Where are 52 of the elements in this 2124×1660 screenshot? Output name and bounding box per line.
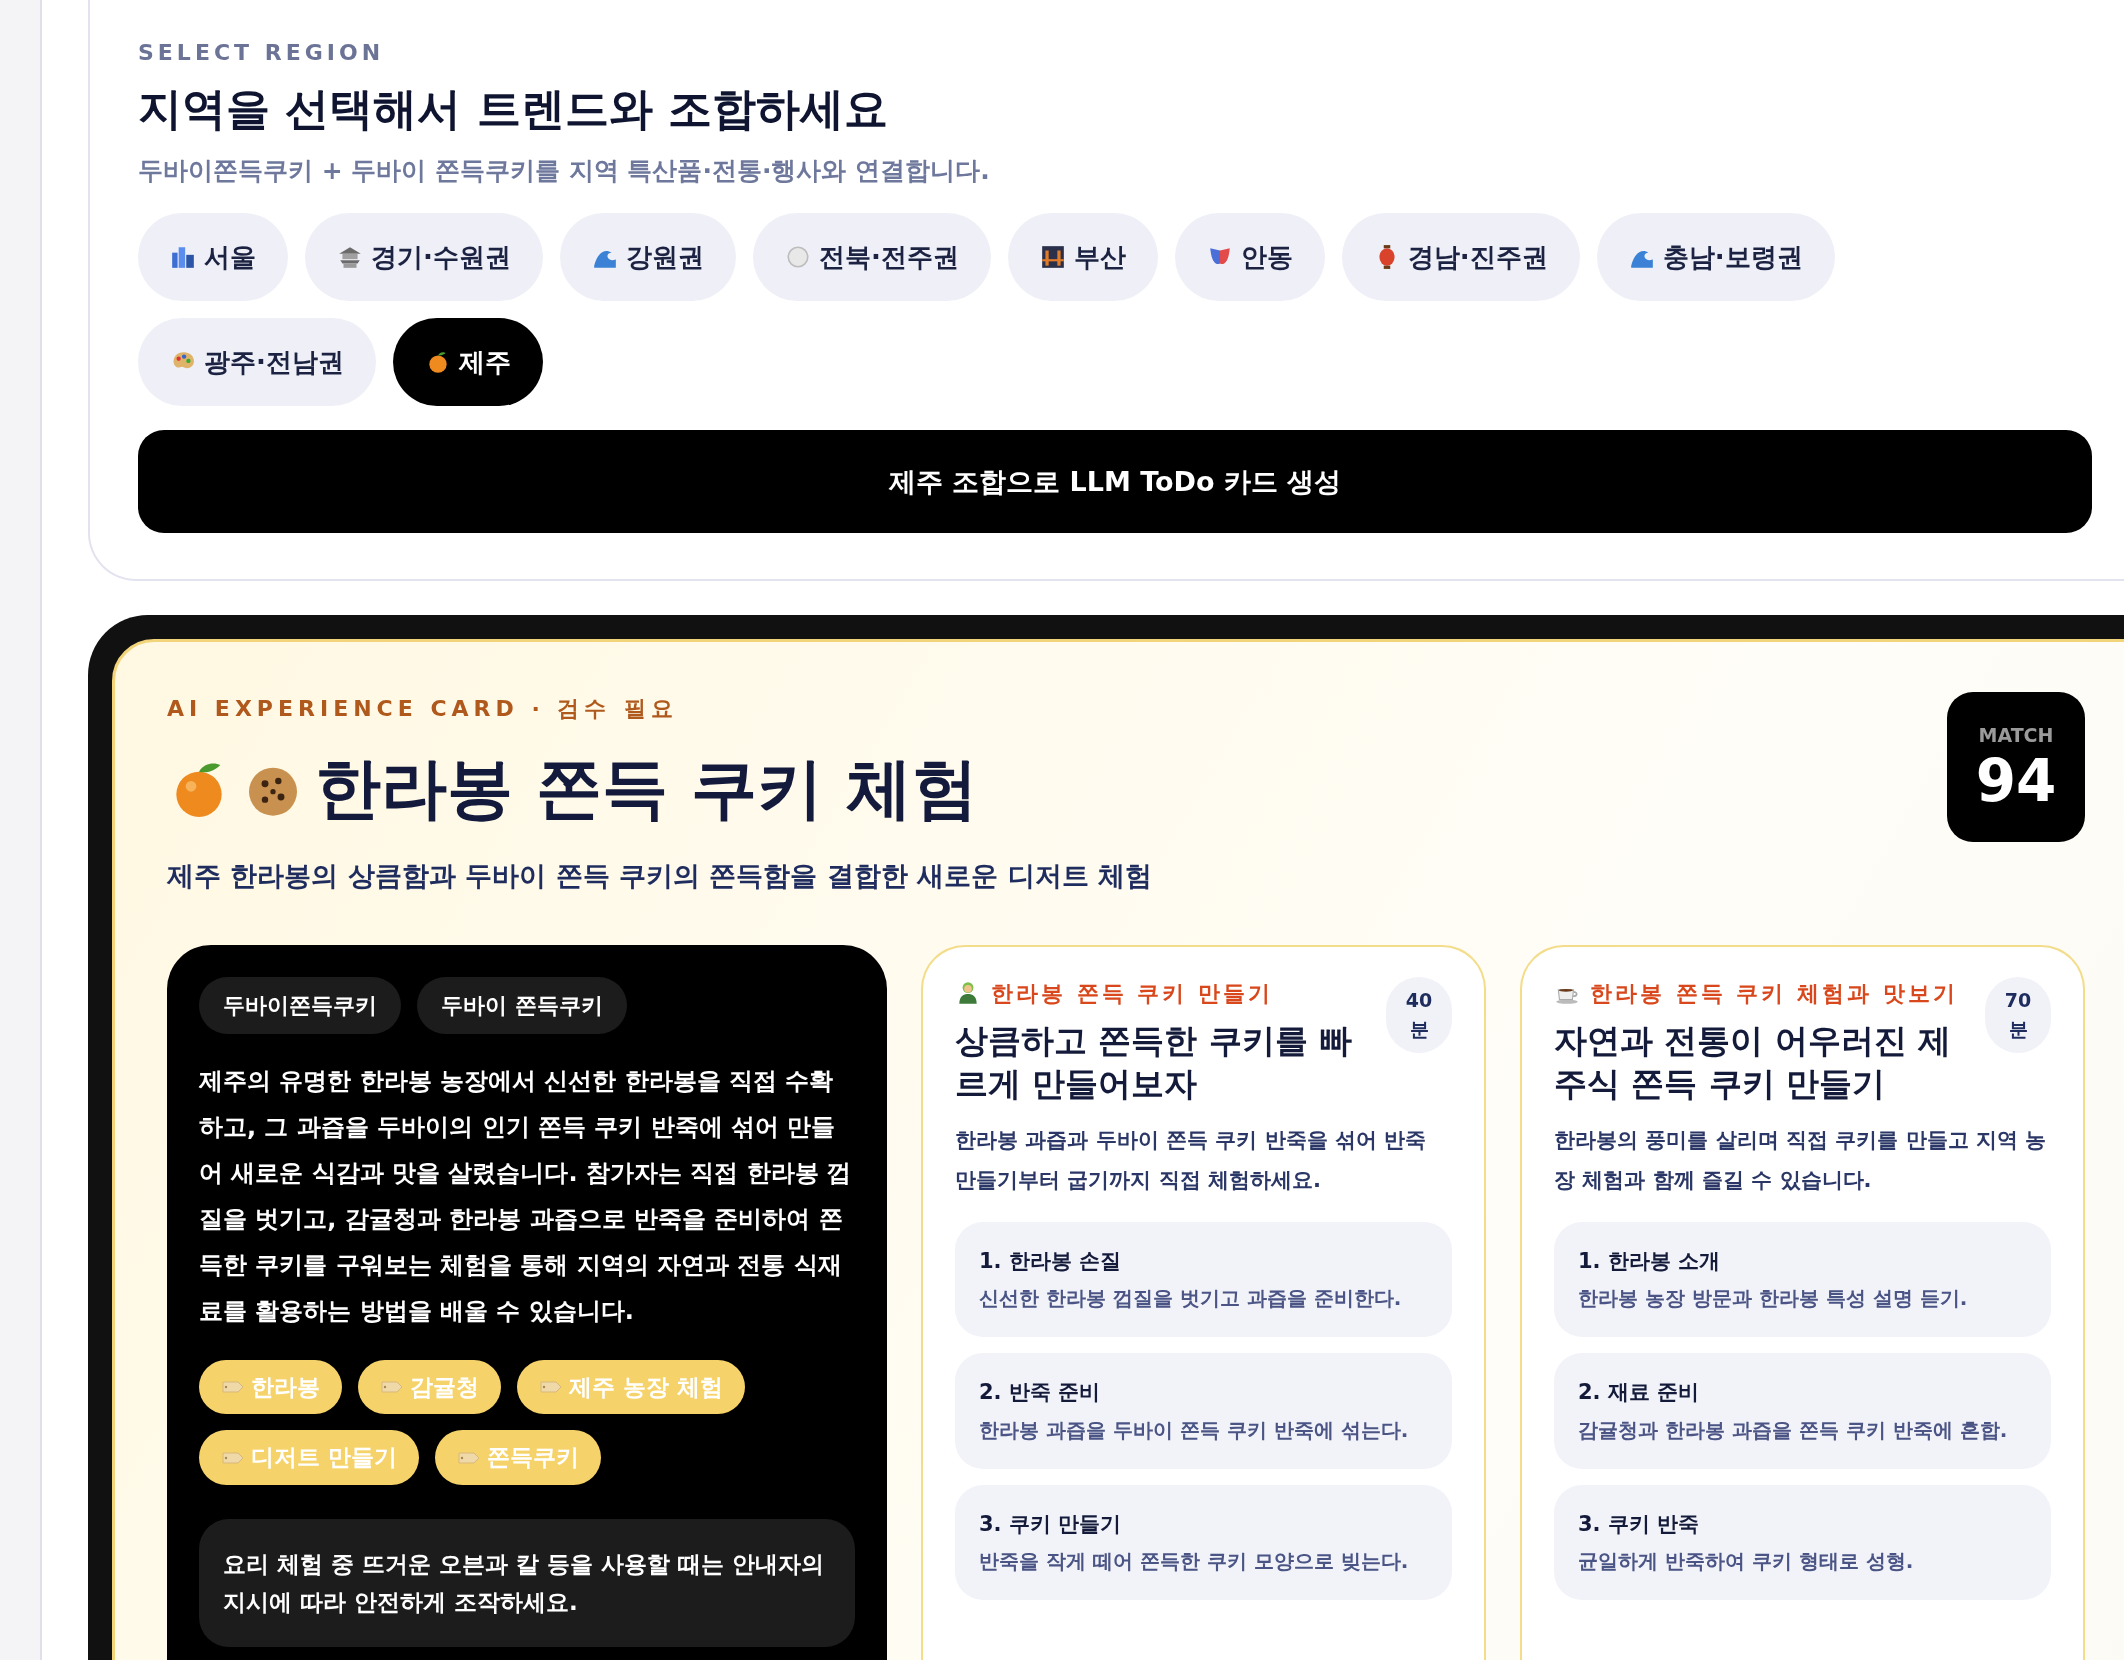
card-title: 한라봉 쫀득 쿠키 체험: [315, 749, 978, 830]
step-text: 신선한 한라봉 껍질을 벗기고 과즙을 준비한다.: [979, 1285, 1403, 1313]
keyword-chip: 두바이쫀득쿠키: [199, 976, 401, 1034]
tag-chip: 디저트 만들기: [199, 1430, 419, 1485]
experience-title: 상큼하고 쫀득한 쿠키를 빠르게 만들어보자: [955, 1019, 1354, 1105]
step-text: 균일하게 반죽하여 쿠키 형태로 성형.: [1578, 1548, 1915, 1576]
experience-title: 자연과 전통이 어우러진 제주식 쫀득 쿠키 만들기: [1554, 1019, 1953, 1105]
experience-category: 한라봉 쫀득 쿠키 체험과 맛보기: [1590, 979, 1958, 1008]
card-subtitle: 제주 한라봉의 상큼함과 두바이 쫀득 쿠키의 쫀득함을 결합한 새로운 디저트 체험: [167, 859, 1152, 894]
region-chip[interactable]: 안동: [1174, 213, 1325, 302]
tag-chip: 감귤청: [358, 1359, 501, 1415]
region-chip[interactable]: 서울: [138, 213, 288, 302]
section-title: 지역을 선택해서 트렌드와 조합하세요: [138, 83, 889, 136]
experience-description: 한라봉의 풍미를 살리며 직접 쿠키를 만들고 지역 농장 체험과 함께 즐길 수 있습니다.: [1554, 1126, 2048, 1194]
duration-value: 70: [2004, 988, 2032, 1014]
step-title: 2. 반죽 준비: [979, 1379, 1102, 1407]
tag-chip: 한라봉: [199, 1359, 342, 1415]
step-title: 3. 쿠키 반죽: [1578, 1510, 1701, 1538]
region-chip[interactable]: 제주: [392, 318, 543, 407]
step-title: 1. 한라봉 손질: [979, 1247, 1123, 1275]
region-chip[interactable]: 강원권: [559, 213, 736, 302]
duration-unit: 분: [1409, 1016, 1429, 1042]
card-eyebrow: AI EXPERIENCE CARD · 검수 필요: [167, 695, 680, 724]
bridge-icon: [1039, 244, 1066, 271]
duration-value: 40: [1405, 988, 1433, 1014]
region-chip[interactable]: 부산: [1007, 213, 1158, 302]
keyword-chip: 두바이 쫀득쿠키: [417, 976, 627, 1034]
experience-description: 한라봉 과즙과 두바이 쫀득 쿠키 반죽을 섞어 반죽 만들기부터 굽기까지 직접 체험하세요.: [955, 1126, 1428, 1194]
region-chip[interactable]: 전북·전주권: [752, 213, 991, 302]
tag-chip: 쫀득쿠키: [435, 1430, 601, 1485]
step-title: 3. 쿠키 만들기: [979, 1510, 1123, 1538]
region-chip[interactable]: 충남·보령권: [1596, 213, 1835, 302]
section-eyebrow: SELECT REGION: [138, 39, 386, 67]
region-chip[interactable]: 경남·진주권: [1341, 213, 1580, 302]
region-chip[interactable]: 광주·전남권: [138, 318, 376, 407]
region-chip[interactable]: 경기·수원권: [305, 213, 543, 302]
match-label: MATCH: [1978, 723, 2054, 749]
description-text: 제주의 유명한 한라봉 농장에서 신선한 한라봉을 직접 수확하고, 그 과즙을 두바이의 인기 쫀득 쿠키 반죽에 섞어 만들어 새로운 식감과 맛을 살렸습니다. 참가자는 직접 한라봉 껍질을 벗기고, 감귤청과 한라봉 과즙으로 반죽을 준비하여 쫀득한 쿠키를 구워보는 체험을 통해 지역의 자연과 전통 식재료를 활용하는 방법을 배울 수 있습니다.: [199, 1065, 852, 1327]
match-score: 94: [1975, 749, 2057, 814]
city-icon: [170, 244, 196, 271]
step-text: 한라봉 과즙을 두바이 쫀득 쿠키 반죽에 섞는다.: [979, 1416, 1410, 1444]
duration-unit: 분: [2008, 1016, 2028, 1042]
step-title: 1. 한라봉 소개: [1578, 1247, 1722, 1275]
tag-chip: 제주 농장 체험: [517, 1359, 745, 1415]
step-text: 반죽을 작게 떼어 쫀득한 쿠키 모양으로 빚는다.: [979, 1548, 1410, 1576]
step-text: 감귤청과 한라봉 과즙을 쫀득 쿠키 반죽에 혼합.: [1578, 1416, 2009, 1444]
generate-button[interactable]: 제주 조합으로 LLM ToDo 카드 생성: [138, 430, 2092, 534]
step-text: 한라봉 농장 방문과 한라봉 특성 설명 듣기.: [1578, 1285, 1969, 1313]
experience-category: 한라봉 쫀득 쿠키 만들기: [991, 979, 1273, 1008]
safety-note: 요리 체험 중 뜨거운 오븐과 칼 등을 사용할 때는 안내자의 지시에 따라 안전하게 조작하세요.: [199, 1518, 855, 1647]
section-subtitle: 두바이쫀득쿠키 + 두바이 쫀득쿠키를 지역 특산품·전통·행사와 연결합니다.: [138, 154, 991, 187]
step-title: 2. 재료 준비: [1578, 1379, 1701, 1407]
